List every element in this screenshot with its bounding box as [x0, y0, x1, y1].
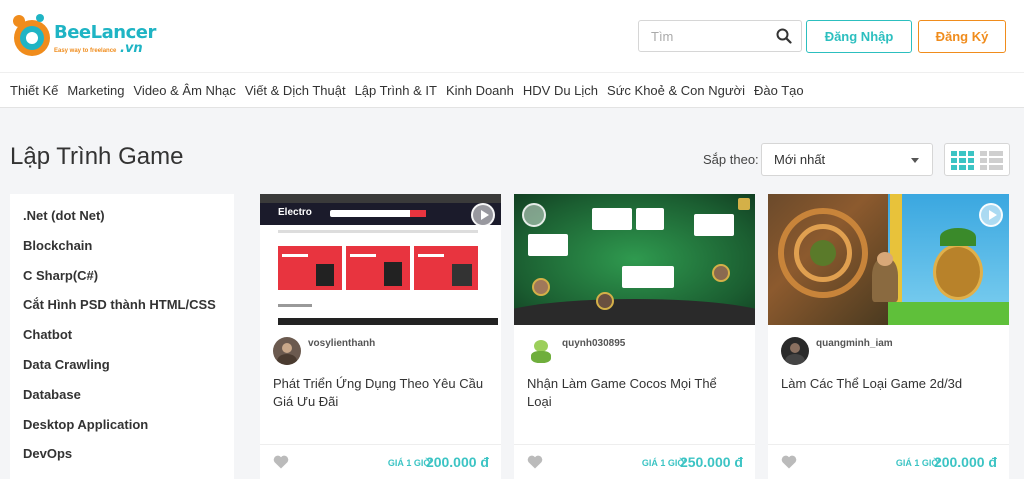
sort-value: Mới nhất: [774, 152, 826, 167]
register-button[interactable]: Đăng Ký: [918, 20, 1006, 53]
nav-item-suc-khoe[interactable]: Sức Khoẻ & Con Người: [607, 83, 745, 101]
nav-item-marketing[interactable]: Marketing: [67, 83, 124, 101]
price-label: GIÁ 1 GIỜ: [641, 458, 685, 468]
search-box: [638, 20, 802, 52]
sidebar-item-database[interactable]: Database: [23, 387, 81, 402]
heart-icon[interactable]: [781, 455, 797, 469]
price-value: 200.000 đ: [933, 454, 997, 470]
avatar[interactable]: [273, 337, 301, 365]
sidebar-item-dotnet[interactable]: .Net (dot Net): [23, 208, 105, 223]
nav-item-lap-trinh-it[interactable]: Lập Trình & IT: [355, 83, 437, 101]
sidebar-item-psd-html[interactable]: Cắt Hình PSD thành HTML/CSS: [23, 297, 216, 312]
avatar[interactable]: [527, 337, 555, 365]
price-label: GIÁ 1 GIỜ: [387, 458, 431, 468]
search-icon[interactable]: [776, 28, 792, 44]
list-view-icon[interactable]: [980, 151, 1003, 170]
service-title[interactable]: Phát Triển Ứng Dụng Theo Yêu Cầu Giá Ưu …: [273, 375, 488, 411]
avatar[interactable]: [781, 337, 809, 365]
site-header: BeeLancer .vn Easy way to freelance Đăng…: [0, 0, 1024, 108]
nav-item-kinh-doanh[interactable]: Kinh Doanh: [446, 83, 514, 101]
page-title: Lập Trình Game: [10, 143, 184, 170]
nav-item-viet-dich-thuat[interactable]: Viết & Dịch Thuật: [245, 83, 346, 101]
view-toggle: [944, 143, 1010, 176]
nav-item-hdv-du-lich[interactable]: HDV Du Lịch: [523, 83, 598, 101]
card-divider: [514, 444, 755, 445]
category-nav: Thiết Kế Marketing Video & Âm Nhạc Viết …: [10, 83, 813, 101]
seller-name[interactable]: quangminh_iam: [816, 338, 893, 349]
sidebar-item-chatbot[interactable]: Chatbot: [23, 327, 72, 342]
sidebar-item-data-crawling[interactable]: Data Crawling: [23, 357, 110, 372]
card-divider: [768, 444, 1009, 445]
beelancer-logo[interactable]: BeeLancer .vn Easy way to freelance: [10, 8, 156, 62]
card-divider: [260, 444, 501, 445]
play-video-icon[interactable]: [979, 203, 1003, 227]
chevron-down-icon: [911, 158, 919, 163]
bee-logo-icon: [13, 14, 50, 56]
seller-name[interactable]: vosylienthanh: [308, 338, 375, 349]
price-value: 200.000 đ: [425, 454, 489, 470]
service-card[interactable]: quangminh_iam Làm Các Thể Loại Game 2d/3…: [768, 194, 1009, 479]
header-divider: [0, 72, 1024, 73]
sort-dropdown[interactable]: Mới nhất: [761, 143, 933, 176]
price-label: GIÁ 1 GIỜ: [895, 458, 939, 468]
play-video-icon[interactable]: [471, 203, 495, 227]
service-title[interactable]: Nhận Làm Game Cocos Mọi Thể Loại: [527, 375, 742, 411]
sidebar-item-blockchain[interactable]: Blockchain: [23, 238, 92, 253]
grid-view-icon[interactable]: [951, 151, 974, 170]
service-thumbnail[interactable]: Electro: [260, 194, 501, 325]
logo-wordmark: BeeLancer: [54, 22, 156, 43]
service-thumbnail[interactable]: [768, 194, 1009, 325]
search-input[interactable]: [639, 21, 771, 51]
nav-item-dao-tao[interactable]: Đào Tạo: [754, 83, 804, 101]
service-card[interactable]: Electro vosylienthanh Phát Triển Ứng Dụn…: [260, 194, 501, 479]
subcategory-sidebar: .Net (dot Net) Blockchain C Sharp(C#) Cắ…: [10, 194, 234, 479]
nav-item-video-am-nhac[interactable]: Video & Âm Nhạc: [134, 83, 236, 101]
nav-item-thiet-ke[interactable]: Thiết Kế: [10, 83, 58, 101]
logo-tagline: Easy way to freelance: [54, 48, 117, 54]
service-card[interactable]: quynh030895 Nhận Làm Game Cocos Mọi Thể …: [514, 194, 755, 479]
sort-label: Sắp theo:: [703, 152, 759, 167]
heart-icon[interactable]: [273, 455, 289, 469]
sidebar-item-desktop-application[interactable]: Desktop Application: [23, 417, 148, 432]
service-title[interactable]: Làm Các Thể Loại Game 2d/3d: [781, 375, 996, 393]
logo-domain: .vn: [120, 41, 143, 56]
sidebar-item-devops[interactable]: DevOps: [23, 446, 72, 461]
thumb-brand: Electro: [278, 207, 312, 218]
heart-icon[interactable]: [527, 455, 543, 469]
sidebar-item-csharp[interactable]: C Sharp(C#): [23, 268, 98, 283]
seller-name[interactable]: quynh030895: [562, 338, 625, 349]
login-button[interactable]: Đăng Nhập: [806, 20, 912, 53]
service-thumbnail[interactable]: [514, 194, 755, 325]
price-value: 250.000 đ: [679, 454, 743, 470]
